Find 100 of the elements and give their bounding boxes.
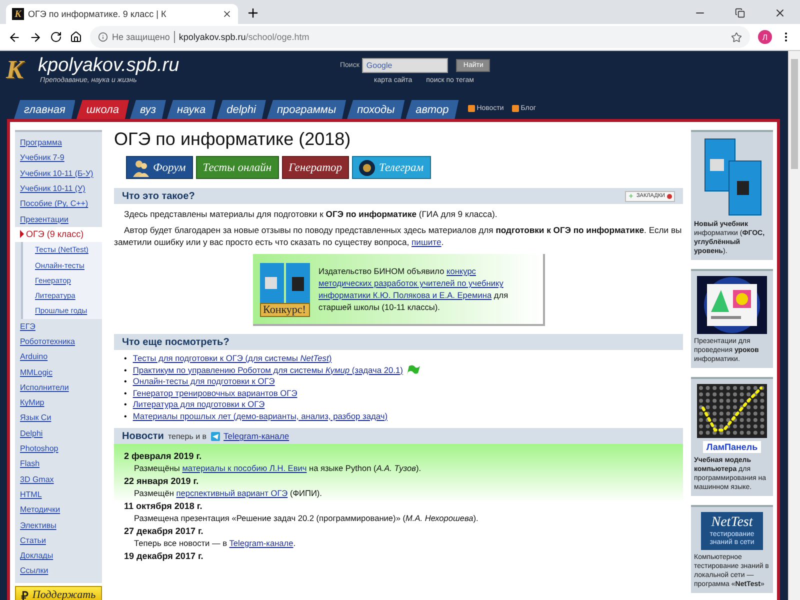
sidebar-item[interactable]: Презентации (15, 211, 102, 227)
dot-grid-drawing (697, 384, 767, 438)
nav-button[interactable]: Форум (126, 156, 193, 179)
forward-icon[interactable] (29, 30, 42, 44)
people-icon (133, 158, 149, 176)
sidebar-item[interactable]: MMLogic (15, 364, 102, 380)
news-note: теперь и в (168, 432, 207, 440)
contest-badge: Конкурс! (260, 303, 310, 317)
circle-icon (667, 194, 672, 198)
browser-tab[interactable]: K ОГЭ по информатике. 9 класс | К (6, 4, 238, 24)
link[interactable]: пишите (412, 237, 442, 247)
url-text: kpolyakov.spb.ru/school/oge.htm (178, 32, 310, 42)
nav-tab[interactable]: delphi (216, 100, 266, 119)
sidebar-item[interactable]: Исполнители (15, 380, 102, 396)
list-link[interactable]: Тесты для подготовки к ОГЭ (для системы NetTest) (132, 353, 332, 364)
bullet: • (124, 399, 127, 410)
bullet: • (124, 410, 127, 422)
link[interactable]: материалы к пособию Л.Н. Евич (182, 463, 307, 473)
search-field[interactable]: Google (362, 58, 448, 73)
donate-button[interactable]: ₽ Поддержать (15, 586, 102, 600)
sidebar-item[interactable]: Учебник 10-11 (У) (15, 180, 102, 196)
sidebar-item[interactable]: Программа (15, 135, 102, 150)
sidebar-item[interactable]: Язык Си (15, 410, 102, 426)
sidebar-item[interactable]: Flash (15, 456, 102, 472)
close-icon[interactable] (774, 7, 786, 19)
news-date: 2 февраля 2019 г. (124, 451, 203, 461)
link[interactable]: Telegram-канале (229, 538, 294, 548)
sidebar-item[interactable]: ЕГЭ (15, 318, 102, 334)
site-title[interactable]: kpolyakov.spb.ru (38, 55, 298, 77)
sidebar-item[interactable]: Delphi (15, 426, 102, 441)
sidebar-item[interactable]: Photoshop (15, 440, 102, 456)
sidebar-item[interactable]: ОГЭ (9 класс) (15, 226, 102, 242)
list-link[interactable]: Литература для подготовки к ОГЭ (132, 399, 265, 410)
sidebar-item[interactable]: Элективы (15, 517, 102, 533)
section-title: Новости (122, 430, 164, 442)
sidebar-item[interactable]: Доклады (15, 548, 102, 564)
nav-tab[interactable]: наука (166, 100, 216, 119)
info-icon[interactable] (98, 32, 108, 42)
nav-tab[interactable]: вуз (130, 100, 166, 119)
sidebar-item[interactable]: Учебник 10-11 (Б-У) (15, 166, 102, 181)
restore-icon[interactable] (735, 8, 745, 18)
nav-button[interactable]: Генератор (282, 156, 350, 179)
news-text: Размещена презентация «Решение задач 20.2 (программирование)» (М.А. Нехорошева). (134, 513, 480, 523)
news-date: 22 января 2019 г. (124, 476, 200, 486)
news-text: Теперь все новости — в Telegram-канале. (134, 538, 297, 548)
sidebar-item[interactable]: HTML (15, 486, 102, 502)
section-title: Что еще посмотреть? (122, 336, 230, 348)
link[interactable]: перспективный вариант ОГЭ (176, 488, 288, 498)
nav-tab[interactable]: школа (76, 100, 129, 119)
link[interactable]: методических разработок учителей по учебнику (318, 278, 504, 288)
telegram-icon (210, 432, 220, 440)
list-link[interactable]: Материалы прошлых лет (демо-варианты, анализ, разбор задач) (132, 410, 388, 422)
sidebar-item[interactable]: Статьи (15, 532, 102, 548)
scrollbar-thumb[interactable] (791, 59, 798, 169)
promo-text: для (492, 290, 508, 300)
reload-icon[interactable] (50, 31, 62, 43)
site-logo[interactable]: K (6, 55, 28, 85)
bullet: • (124, 353, 127, 364)
home-icon[interactable] (70, 31, 82, 43)
news-text: Размещёны материалы к пособию Л.Н. Евич на языке Python (А.А. Тузов). (134, 463, 422, 473)
bookmark-star-icon[interactable] (731, 32, 742, 42)
list-link[interactable]: Генератор тренировочных вариантов ОГЭ (132, 388, 298, 399)
nav-button[interactable]: Тесты онлайн (196, 156, 279, 179)
link[interactable]: Telegram-канале (224, 431, 290, 441)
bullet: • (124, 364, 127, 376)
bullet: • (124, 388, 127, 399)
promo-text: Издательство БИНОМ объявило (318, 266, 446, 276)
paragraph: Автор будет благодарен за новые отзывы по поводу представленных здесь материалов для подготовки к ОГЭ по информатике. Если вы заметили ошибку или у вас просто есть что сказать по существу вопроса, пишите. (114, 224, 683, 248)
address-bar[interactable]: Не защищено kpolyakov.spb.ru/school/oge.htm (90, 26, 750, 48)
sidebar-item[interactable]: Учебник 7-9 (15, 150, 102, 166)
sidebar-item[interactable]: КуМир (15, 395, 102, 410)
list-link[interactable]: Практикум по управлению Роботом для системы Кумир (задача 20.1) (132, 364, 403, 376)
link[interactable]: информатики К.Ю. Полякова и Е.А. Еремина (318, 290, 492, 300)
close-icon[interactable] (222, 9, 232, 19)
bullet: • (124, 376, 127, 388)
nav-tab[interactable]: походы (347, 100, 405, 119)
tab-title: ОГЭ по информатике. 9 класс | К (28, 9, 166, 19)
news-date: 27 декабря 2017 г. (124, 526, 204, 536)
profile-avatar[interactable]: Л (758, 30, 772, 44)
back-icon[interactable] (8, 30, 21, 44)
promo-text: старшей школы (10-11 классы). (318, 302, 440, 312)
sidebar-item[interactable]: Пособие (Py, C++) (15, 196, 102, 212)
new-tab-icon[interactable] (246, 6, 260, 20)
news-text: Размещён перспективный вариант ОГЭ (ФИПИ). (134, 488, 323, 498)
list-link[interactable]: Онлайн-тесты для подготовки к ОГЭ (132, 376, 275, 388)
sidebar-item[interactable]: 3D Gmax (15, 472, 102, 487)
paragraph: Здесь представлены материалы для подготовки к ОГЭ по информатике (ГИА для 9 класса). (123, 208, 498, 220)
sidebar-item[interactable]: Робототехника (15, 334, 102, 350)
news-date: 19 декабря 2017 г. (124, 551, 204, 561)
plus-icon (628, 193, 634, 199)
link[interactable]: конкурс (446, 266, 476, 276)
page-title: ОГЭ по информатике (2018) (114, 129, 352, 150)
nav-tab[interactable]: программы (266, 100, 346, 119)
sidebar-item[interactable]: Arduino (15, 349, 102, 364)
nav-tab[interactable]: автор (406, 100, 459, 119)
nav-tab[interactable]: главная (14, 100, 76, 119)
sidebar-item[interactable]: Ссылки (15, 563, 102, 579)
logo: ЛамПанель (703, 441, 761, 453)
sidebar-item[interactable]: Методички (15, 502, 102, 518)
news-date: 11 октября 2018 г. (124, 501, 204, 511)
